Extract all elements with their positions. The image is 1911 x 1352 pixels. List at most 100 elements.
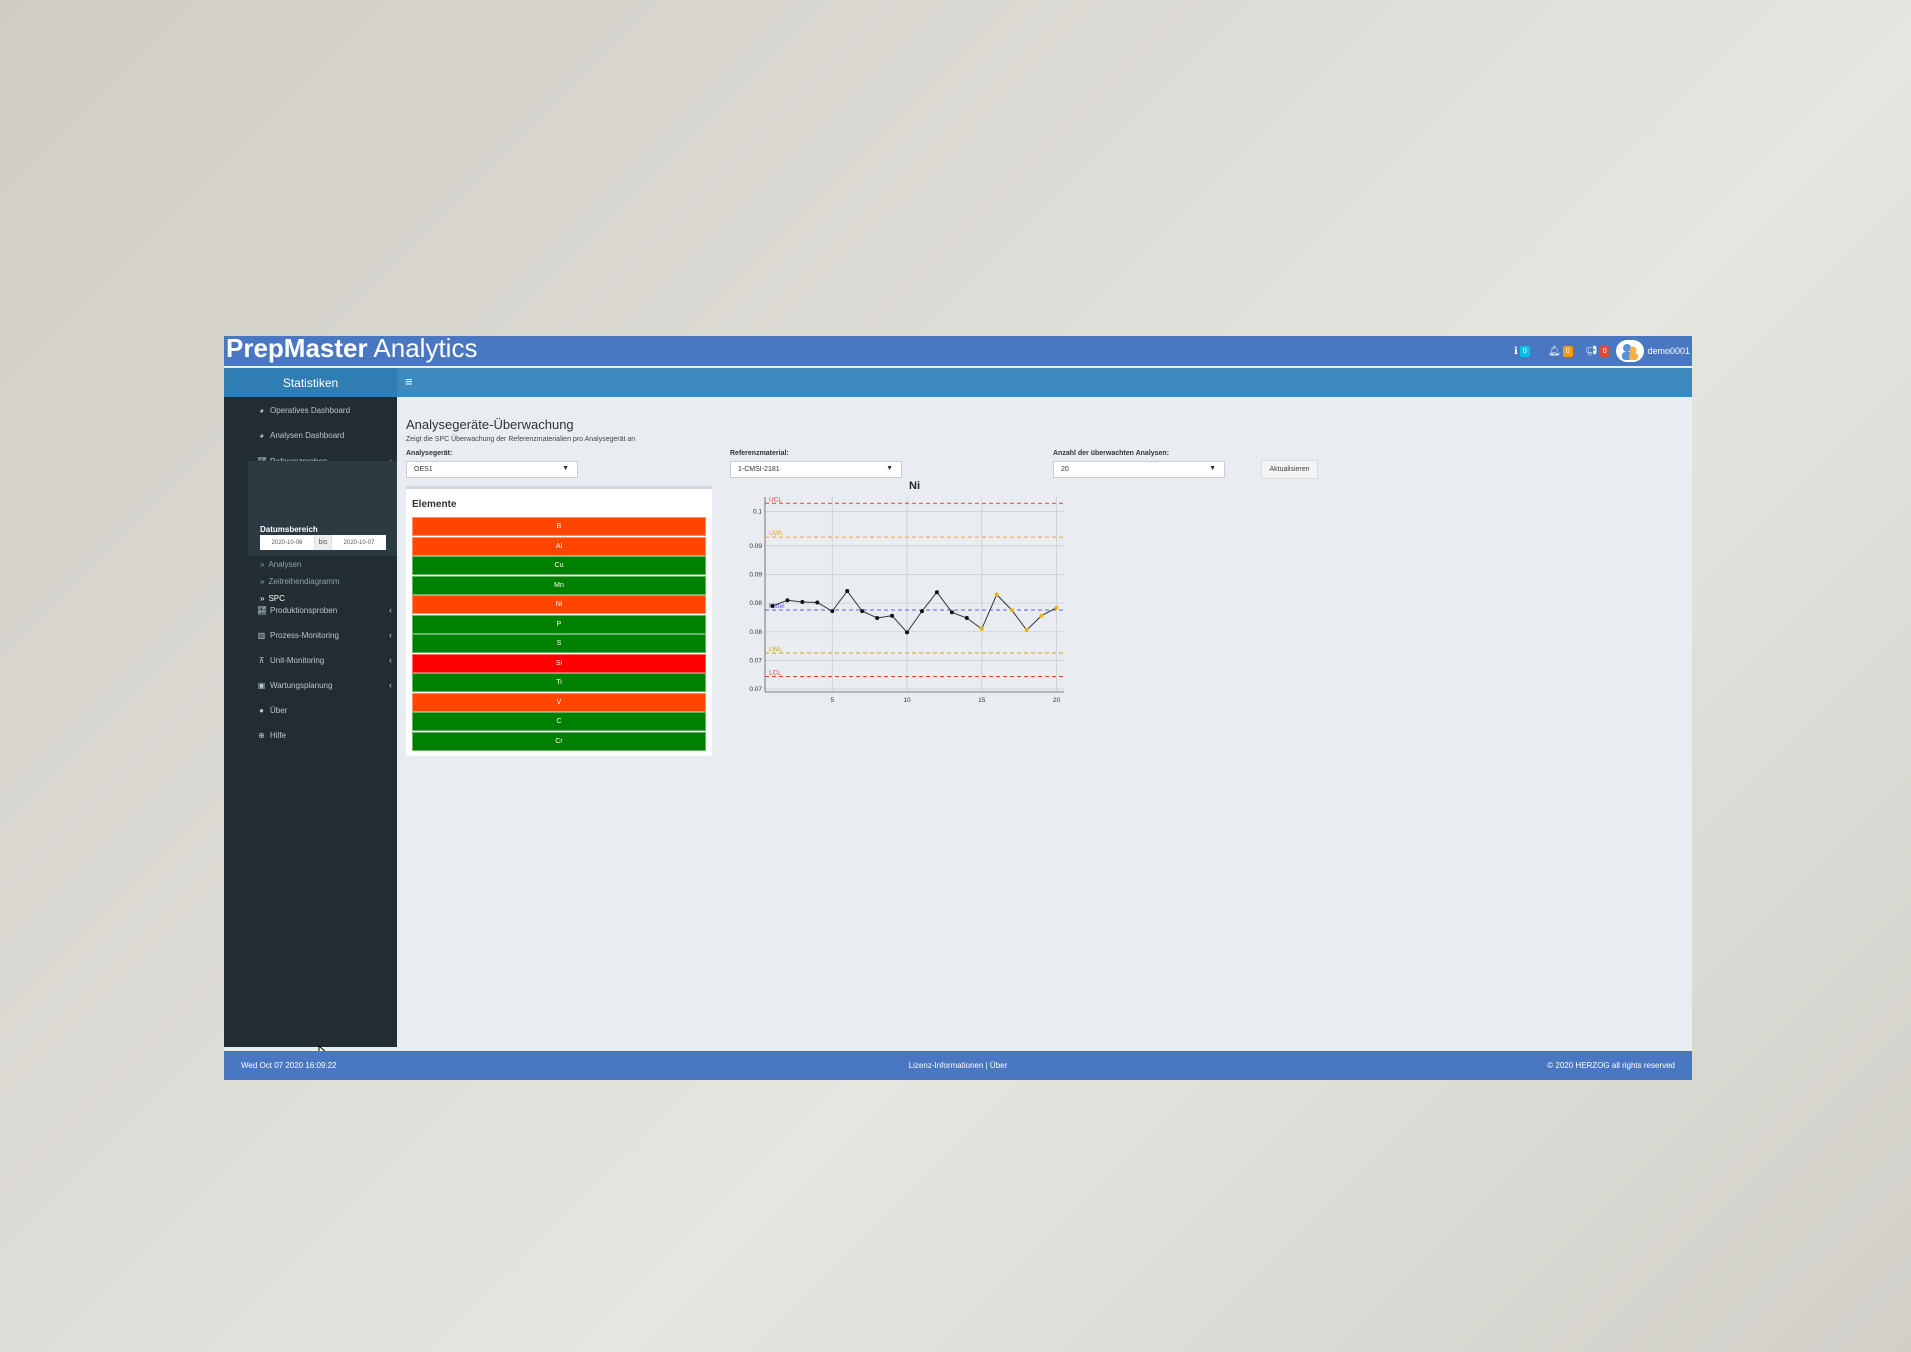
data-point bbox=[994, 592, 999, 597]
sidebar-item-produktionsproben[interactable]: 📈︎ Produktionsproben ‹ bbox=[257, 603, 392, 617]
series-line bbox=[772, 590, 1057, 634]
element-button-cu[interactable]: Cu bbox=[412, 556, 706, 575]
sidebar-item-operatives-dashboard[interactable]: ◕ Operatives Dashboard bbox=[257, 403, 350, 417]
element-button-al[interactable]: Al bbox=[412, 536, 706, 556]
data-point bbox=[919, 609, 924, 614]
chevron-left-icon: ‹ bbox=[389, 605, 392, 615]
bar-chart-icon: ▥ bbox=[257, 630, 266, 640]
info-badge: 0 bbox=[1519, 345, 1530, 357]
footer-links[interactable]: Lizenz-Informationen | Über bbox=[224, 1061, 1692, 1070]
dashboard-icon: ◕ bbox=[259, 430, 264, 440]
element-button-mn[interactable]: Mn bbox=[412, 575, 706, 595]
double-chevron-icon: » bbox=[260, 560, 265, 569]
footer: Wed Oct 07 2020 16:09:22 Lizenz-Informat… bbox=[224, 1051, 1692, 1080]
x-tick-label: 15 bbox=[978, 697, 986, 704]
data-point bbox=[979, 626, 984, 631]
line-chart-icon: 📈︎ bbox=[257, 605, 268, 615]
sidebar-header: Statistiken bbox=[224, 368, 397, 397]
app-window: PrepMaster Analytics ℹ 0 🔔︎ 0 📢︎ 0 demo0… bbox=[224, 336, 1692, 1080]
sub-navbar: Statistiken ≡ bbox=[224, 368, 1692, 397]
megaphone-notifications[interactable]: 📢︎ 0 bbox=[1585, 342, 1610, 360]
element-button-s[interactable]: S bbox=[412, 634, 706, 653]
avatar-image bbox=[1622, 344, 1639, 360]
data-point bbox=[800, 599, 805, 604]
date-range-label: Datumsbereich bbox=[260, 525, 318, 534]
y-tick-label: 0.09 bbox=[749, 543, 762, 550]
data-point bbox=[815, 600, 820, 605]
megaphone-badge: 0 bbox=[1599, 345, 1610, 357]
element-button-ti[interactable]: Ti bbox=[412, 673, 706, 692]
element-button-cr[interactable]: Cr bbox=[412, 731, 706, 751]
reference-material-label: Referenzmaterial: bbox=[730, 450, 789, 457]
sidebar-item-unit-monitoring[interactable]: ⊼ Unit-Monitoring ‹ bbox=[257, 653, 392, 667]
data-point bbox=[1024, 628, 1029, 633]
hamburger-icon[interactable]: ≡ bbox=[405, 374, 413, 389]
update-button[interactable]: Aktualisieren bbox=[1261, 460, 1318, 479]
life-ring-icon: ⊕ bbox=[258, 730, 265, 740]
avatar bbox=[1616, 340, 1645, 362]
date-to-input[interactable]: 2020-10-07 bbox=[332, 540, 386, 546]
chevron-left-icon: ‹ bbox=[389, 630, 392, 640]
bell-notifications[interactable]: 🔔︎ 0 bbox=[1548, 342, 1573, 360]
sidebar-subitem-zeitreihendiagramm[interactable]: » Zeitreihendiagramm bbox=[260, 577, 340, 586]
sidebar-item-hilfe[interactable]: ⊕ Hilfe bbox=[257, 728, 286, 742]
bell-icon: 🔔︎ bbox=[1548, 345, 1561, 357]
chevron-left-icon: ‹ bbox=[389, 680, 392, 690]
user-name: demo0001 bbox=[1647, 346, 1690, 356]
device-label: Analysegerät: bbox=[406, 450, 453, 457]
user-menu[interactable]: demo0001 bbox=[1616, 339, 1690, 363]
spc-chart: Ni 5 10 15 20 0.1 0.09 0.09 0.08 0.08 0.07 0.07 UCL U… bbox=[749, 480, 1064, 704]
element-button-v[interactable]: V bbox=[412, 692, 706, 712]
main-content: Analysegeräte-Überwachung Zeigt die SPC … bbox=[397, 397, 1692, 1047]
megaphone-icon: 📢︎ bbox=[1585, 345, 1598, 357]
sidebar-subitem-analysen[interactable]: » Analysen bbox=[260, 560, 301, 569]
data-point bbox=[1009, 607, 1014, 612]
chevron-left-icon: ‹ bbox=[389, 655, 392, 665]
footer-copyright: © 2020 HERZOG all rights reserved bbox=[1547, 1061, 1675, 1070]
data-point bbox=[949, 610, 954, 615]
y-tick-label: 0.07 bbox=[749, 657, 762, 664]
sidebar-item-analysen-dashboard[interactable]: ◕ Analysen Dashboard bbox=[257, 428, 344, 442]
info-notifications[interactable]: ℹ 0 bbox=[1514, 342, 1530, 360]
y-tick-label: 0.07 bbox=[749, 686, 762, 693]
date-separator: bis bbox=[314, 535, 332, 550]
sidebar-item-wartungsplanung[interactable]: ▣ Wartungsplanung ‹ bbox=[257, 678, 392, 692]
element-button-si[interactable]: Si bbox=[412, 653, 706, 673]
desktop-background: { "app": { "brand_bold": "PrepMaster", "… bbox=[0, 0, 1911, 1352]
x-tick-label: 10 bbox=[903, 697, 911, 704]
top-navbar: PrepMaster Analytics ℹ 0 🔔︎ 0 📢︎ 0 demo0… bbox=[224, 336, 1692, 366]
data-point bbox=[905, 630, 910, 635]
sidebar-subitem-spc[interactable]: » SPC bbox=[260, 594, 285, 603]
caret-down-icon: ▼ bbox=[562, 465, 569, 472]
element-button-c[interactable]: C bbox=[412, 712, 706, 731]
date-from-input[interactable]: 2020-10-06 bbox=[260, 540, 314, 546]
sidebar-item-ueber[interactable]: ● Über bbox=[257, 703, 287, 717]
reference-material-select[interactable]: 1-CMSI-2181 ▼ bbox=[730, 461, 902, 478]
caret-down-icon: ▼ bbox=[886, 465, 893, 472]
analysis-count-label: Anzahl der überwachten Analysen: bbox=[1053, 450, 1170, 457]
device-select[interactable]: OES1 ▼ bbox=[406, 461, 578, 478]
y-tick-label: 0.08 bbox=[749, 629, 762, 636]
data-point bbox=[1039, 613, 1044, 618]
data-point bbox=[934, 590, 939, 595]
sidebar: ◕ Operatives Dashboard ◕ Analysen Dashbo… bbox=[224, 397, 397, 1061]
y-tick-label: 0.09 bbox=[749, 571, 762, 578]
x-tick-label: 5 bbox=[830, 697, 834, 704]
analysis-count-select[interactable]: 20 ▼ bbox=[1053, 461, 1225, 478]
dashboard-icon: ◕ bbox=[259, 405, 264, 415]
page-title: Analysegeräte-Überwachung bbox=[406, 417, 574, 432]
x-tick-label: 20 bbox=[1053, 697, 1061, 704]
date-range-input[interactable]: 2020-10-06 bis 2020-10-07 bbox=[260, 535, 386, 550]
element-button-b[interactable]: B bbox=[412, 517, 706, 536]
sidebar-item-prozess-monitoring[interactable]: ▥ Prozess-Monitoring ‹ bbox=[257, 628, 392, 642]
info-icon: ℹ bbox=[1514, 345, 1518, 357]
limit-label-ucl: UCL bbox=[769, 496, 782, 503]
elements-title: Elemente bbox=[412, 499, 457, 510]
element-button-p[interactable]: P bbox=[412, 614, 706, 634]
double-chevron-icon: » bbox=[260, 577, 265, 586]
chart-title: Ni bbox=[909, 480, 920, 492]
data-point bbox=[770, 603, 775, 608]
element-button-ni[interactable]: Ni bbox=[412, 595, 706, 614]
elements-list: B Al Cu Mn Ni P S Si Ti V C Cr bbox=[412, 517, 706, 751]
app-logo[interactable]: PrepMaster Analytics bbox=[226, 336, 477, 364]
